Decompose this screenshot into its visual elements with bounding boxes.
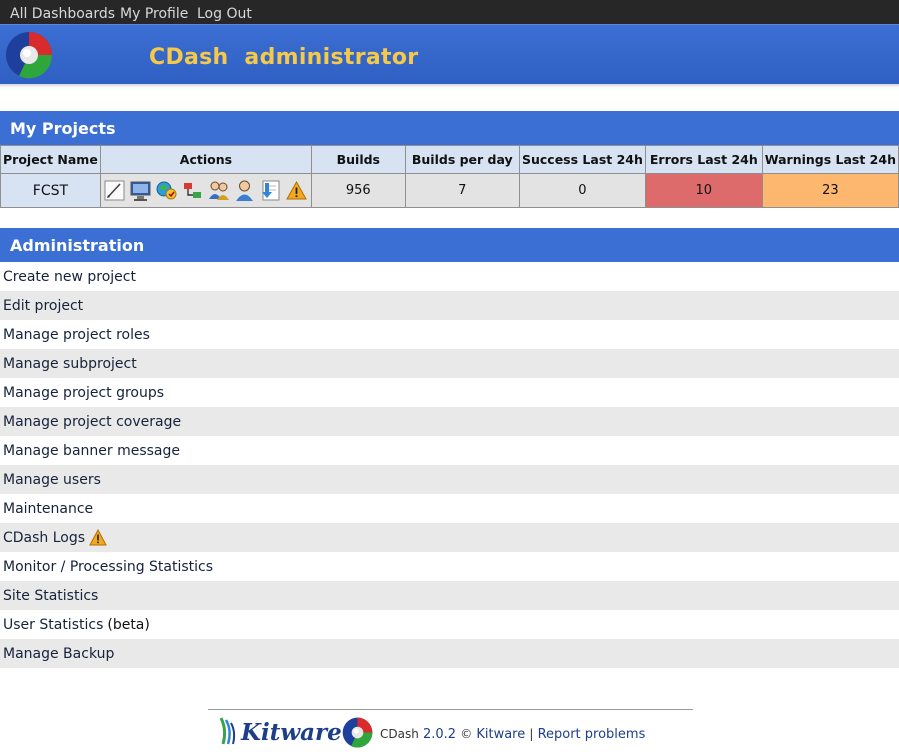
edit-project-link[interactable]: Edit project bbox=[3, 298, 83, 314]
list-item: CDash Logs bbox=[0, 523, 899, 552]
warnings-last-24h-cell: 23 bbox=[761, 173, 899, 208]
table-row: FCST 956 7 0 10 23 bbox=[0, 173, 899, 208]
create-new-project-link[interactable]: Create new project bbox=[3, 269, 136, 285]
list-item: Manage banner message bbox=[0, 436, 899, 465]
list-item: Site Statistics bbox=[0, 581, 899, 610]
actions-cell bbox=[99, 173, 313, 208]
cdash-footer-logo-icon[interactable] bbox=[342, 717, 373, 748]
monitor-processing-statistics-link[interactable]: Monitor / Processing Statistics bbox=[3, 559, 213, 575]
page-header: CDash administrator bbox=[0, 24, 899, 84]
projects-table: Project Name Actions Builds Builds per d… bbox=[0, 145, 899, 208]
log-out-link[interactable]: Log Out bbox=[197, 6, 252, 22]
col-project-name: Project Name bbox=[0, 145, 101, 174]
my-projects-title: My Projects bbox=[10, 119, 116, 138]
manage-builds-icon[interactable] bbox=[129, 179, 152, 202]
success-last-24h-cell: 0 bbox=[518, 173, 646, 208]
manage-subproject-link[interactable]: Manage subproject bbox=[3, 356, 137, 372]
footer-text: CDash 2.0.2 © Kitware | Report problems bbox=[380, 727, 645, 742]
footer-copyright: © bbox=[460, 727, 473, 741]
col-errors-last-24h: Errors Last 24h bbox=[644, 145, 763, 174]
warning-icon bbox=[89, 529, 107, 546]
maintenance-link[interactable]: Maintenance bbox=[3, 501, 93, 517]
kitware-brand-text[interactable]: Kitware bbox=[241, 719, 342, 746]
cdash-logo-icon[interactable] bbox=[5, 31, 53, 79]
builds-cell: 956 bbox=[311, 173, 406, 208]
page-title: CDash administrator bbox=[149, 45, 419, 70]
backup-download-icon[interactable] bbox=[259, 179, 282, 202]
beta-label: (beta) bbox=[107, 616, 150, 633]
list-item: Maintenance bbox=[0, 494, 899, 523]
site-statistics-link[interactable]: Site Statistics bbox=[3, 588, 98, 604]
edit-project-icon[interactable] bbox=[103, 179, 126, 202]
manage-users-link[interactable]: Manage users bbox=[3, 472, 101, 488]
footer-product: CDash bbox=[380, 727, 419, 741]
projects-table-header: Project Name Actions Builds Builds per d… bbox=[0, 145, 899, 174]
manage-project-roles-link[interactable]: Manage project roles bbox=[3, 327, 150, 343]
footer-separator: | bbox=[529, 727, 534, 741]
my-projects-header: My Projects bbox=[0, 111, 899, 145]
cdash-logs-link[interactable]: CDash Logs bbox=[3, 530, 85, 546]
list-item: Manage subproject bbox=[0, 349, 899, 378]
list-item: Manage Backup bbox=[0, 639, 899, 668]
user-statistics-link[interactable]: User Statistics bbox=[3, 617, 103, 633]
manage-project-coverage-link[interactable]: Manage project coverage bbox=[3, 414, 181, 430]
list-item: Manage project groups bbox=[0, 378, 899, 407]
header-shadow bbox=[0, 84, 899, 88]
manage-project-groups-link[interactable]: Manage project groups bbox=[3, 385, 164, 401]
col-success-last-24h: Success Last 24h bbox=[518, 145, 646, 174]
errors-last-24h-cell: 10 bbox=[644, 173, 763, 208]
list-item: User Statistics (beta) bbox=[0, 610, 899, 639]
subproject-icon[interactable] bbox=[181, 179, 204, 202]
manage-banner-message-link[interactable]: Manage banner message bbox=[3, 443, 180, 459]
administration-header: Administration bbox=[0, 228, 899, 262]
user-icon[interactable] bbox=[233, 179, 256, 202]
list-item: Manage project roles bbox=[0, 320, 899, 349]
my-profile-link[interactable]: My Profile bbox=[120, 6, 188, 22]
manage-users-icon[interactable] bbox=[207, 179, 230, 202]
administration-list: Create new project Edit project Manage p… bbox=[0, 262, 899, 668]
list-item: Monitor / Processing Statistics bbox=[0, 552, 899, 581]
builds-per-day-cell: 7 bbox=[404, 173, 520, 208]
col-actions: Actions bbox=[99, 145, 313, 174]
list-item: Manage project coverage bbox=[0, 407, 899, 436]
report-problems-link[interactable]: Report problems bbox=[538, 727, 646, 742]
top-nav-bar: All Dashboards My Profile Log Out bbox=[0, 0, 899, 24]
footer-divider bbox=[208, 709, 693, 710]
footer-version-link[interactable]: 2.0.2 bbox=[423, 727, 456, 742]
list-item: Manage users bbox=[0, 465, 899, 494]
manage-groups-icon[interactable] bbox=[155, 179, 178, 202]
list-item: Create new project bbox=[0, 262, 899, 291]
manage-backup-link[interactable]: Manage Backup bbox=[3, 646, 114, 662]
list-item: Edit project bbox=[0, 291, 899, 320]
warning-icon[interactable] bbox=[285, 179, 308, 202]
footer-kitware-link[interactable]: Kitware bbox=[476, 727, 525, 742]
col-builds-per-day: Builds per day bbox=[404, 145, 520, 174]
col-warnings-last-24h: Warnings Last 24h bbox=[761, 145, 899, 174]
administration-title: Administration bbox=[10, 236, 145, 255]
col-builds: Builds bbox=[311, 145, 406, 174]
all-dashboards-link[interactable]: All Dashboards bbox=[10, 6, 115, 22]
project-name-cell[interactable]: FCST bbox=[0, 173, 101, 208]
